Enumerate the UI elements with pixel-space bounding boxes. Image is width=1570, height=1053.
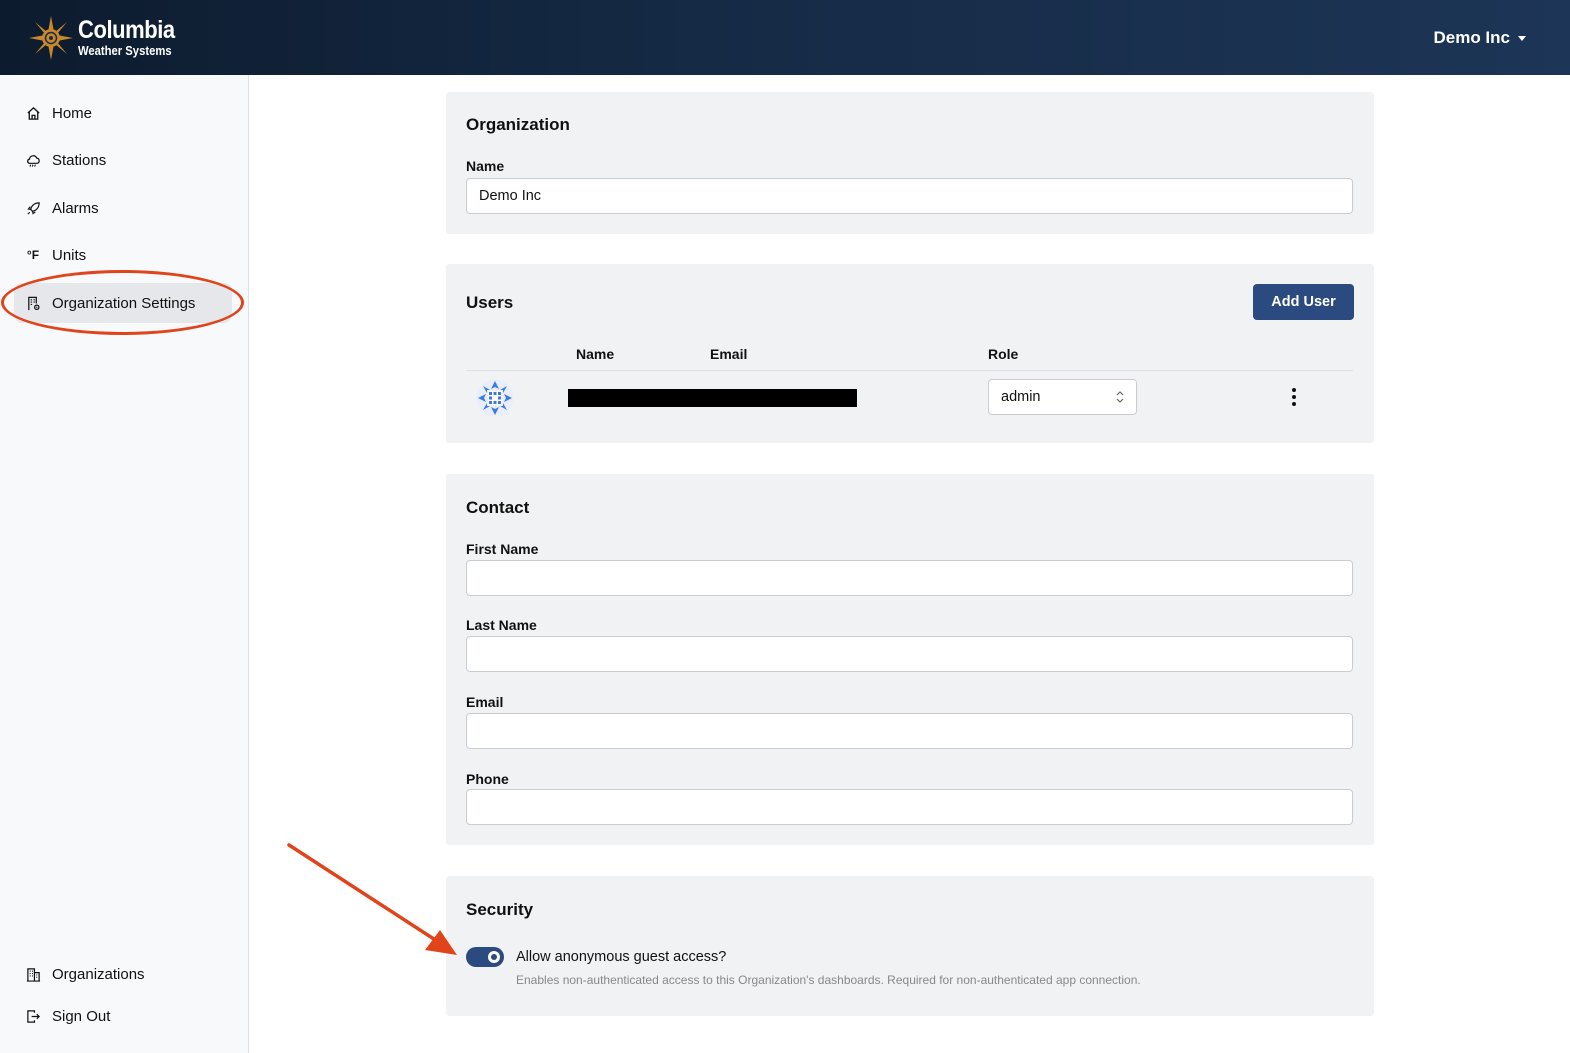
phone-input[interactable] (466, 789, 1353, 825)
toggle-knob (488, 951, 500, 963)
guest-access-label: Allow anonymous guest access? (516, 949, 727, 965)
security-card: Security Allow anonymous guest access? E… (446, 876, 1374, 1016)
first-name-input[interactable] (466, 560, 1353, 596)
sun-logo-icon (29, 16, 73, 60)
role-select-value: admin (1001, 389, 1041, 405)
column-header-role: Role (988, 346, 1019, 362)
sidebar-item-stations[interactable]: Stations (14, 140, 232, 180)
sign-out-icon (25, 1008, 41, 1024)
top-navbar: Columbia Weather Systems Demo Inc (0, 0, 1570, 75)
sidebar-item-alarms[interactable]: Alarms (14, 188, 232, 228)
row-actions-kebab-icon[interactable] (1284, 384, 1304, 410)
role-select[interactable]: admin (988, 379, 1137, 415)
brand-subtitle: Weather Systems (78, 44, 172, 59)
first-name-label: First Name (466, 541, 539, 557)
brand-title: Columbia (78, 16, 175, 45)
rocket-icon (25, 200, 41, 216)
sidebar-item-label: Organizations (52, 965, 145, 983)
sidebar-item-label: Organization Settings (52, 294, 196, 312)
users-card: Users Add User Name Email Role admin (446, 264, 1374, 443)
annotation-arrow-icon (287, 843, 457, 955)
units-icon: °F (26, 248, 40, 262)
last-name-input[interactable] (466, 636, 1353, 672)
select-arrows-icon (1116, 390, 1124, 405)
column-header-email: Email (710, 346, 748, 362)
contact-title: Contact (466, 498, 530, 517)
sidebar-item-label: Alarms (52, 199, 99, 217)
organization-dropdown-label: Demo Inc (1433, 28, 1510, 47)
sidebar-item-units[interactable]: °F Units (14, 235, 232, 275)
org-name-label: Name (466, 158, 505, 174)
organization-card: Organization Name (446, 92, 1374, 234)
org-name-input[interactable] (466, 178, 1353, 214)
avatar (476, 379, 514, 417)
add-user-button[interactable]: Add User (1253, 284, 1354, 320)
sidebar-item-label: Sign Out (52, 1007, 111, 1025)
caret-down-icon (1518, 35, 1526, 41)
cloud-icon (25, 152, 41, 168)
sidebar: Home Stations Alarms °F Units Organizati… (0, 75, 249, 1053)
sidebar-item-label: Units (52, 246, 87, 264)
sidebar-item-organization-settings[interactable]: Organization Settings (14, 283, 232, 323)
email-label: Email (466, 694, 504, 710)
email-input[interactable] (466, 713, 1353, 749)
table-divider (466, 370, 1353, 371)
column-header-name: Name (576, 346, 615, 362)
sidebar-item-label: Stations (52, 151, 107, 169)
buildings-icon (25, 966, 41, 982)
sidebar-item-label: Home (52, 104, 93, 122)
home-icon (25, 105, 41, 121)
sidebar-item-sign-out[interactable]: Sign Out (14, 996, 232, 1036)
contact-card: Contact First Name Last Name Email Phone (446, 474, 1374, 845)
last-name-label: Last Name (466, 617, 537, 633)
redacted-user-info (568, 389, 857, 407)
sidebar-item-organizations[interactable]: Organizations (14, 954, 232, 994)
users-title: Users (466, 293, 514, 312)
organization-title: Organization (466, 115, 570, 134)
building-gear-icon (25, 295, 41, 311)
guest-access-help-text: Enables non-authenticated access to this… (516, 973, 1141, 987)
security-title: Security (466, 900, 534, 919)
brand-logo[interactable]: Columbia Weather Systems (28, 14, 188, 62)
guest-access-toggle[interactable] (466, 947, 504, 967)
phone-label: Phone (466, 771, 509, 787)
sidebar-item-home[interactable]: Home (14, 93, 232, 133)
organization-dropdown[interactable]: Demo Inc (1433, 28, 1526, 48)
